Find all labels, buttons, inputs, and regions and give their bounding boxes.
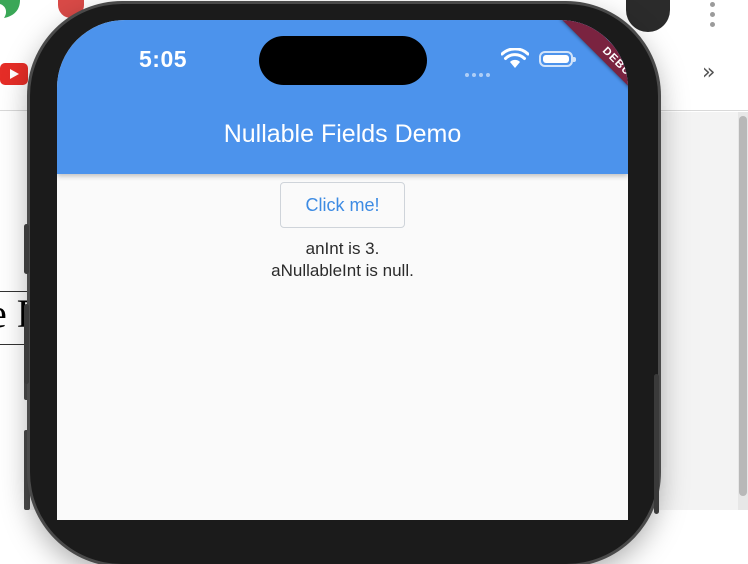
bookmarks-overflow-chevron[interactable]: »: [702, 60, 715, 85]
browser-scrollbar[interactable]: [738, 112, 748, 510]
scrollbar-thumb[interactable]: [739, 116, 747, 496]
youtube-bookmark-icon[interactable]: [0, 63, 28, 85]
dynamic-island: [259, 36, 427, 85]
an-int-line: anInt is 3.: [305, 239, 380, 258]
profile-avatar[interactable]: [626, 0, 670, 32]
click-me-button[interactable]: Click me!: [280, 182, 405, 228]
phone-side-button: [24, 224, 29, 274]
phone-side-button: [24, 304, 29, 384]
status-time: 5:05: [139, 46, 188, 72]
wifi-icon: [501, 48, 529, 68]
phone-side-button: [654, 374, 659, 514]
nullable-int-line: aNullableInt is null.: [271, 261, 414, 280]
app-bar-title: Nullable Fields Demo: [223, 120, 462, 148]
extension-leaf-icon[interactable]: [0, 0, 22, 22]
battery-icon: [539, 51, 576, 67]
cellular-signal-icon: [465, 64, 493, 77]
phone-screen: 5:05 Nullable Fields Demo DEBUG Click me…: [57, 20, 628, 520]
output-text: anInt is 3. aNullableInt is null.: [57, 238, 628, 282]
kebab-menu-icon[interactable]: [708, 0, 716, 27]
app-bar: 5:05 Nullable Fields Demo: [57, 20, 628, 174]
